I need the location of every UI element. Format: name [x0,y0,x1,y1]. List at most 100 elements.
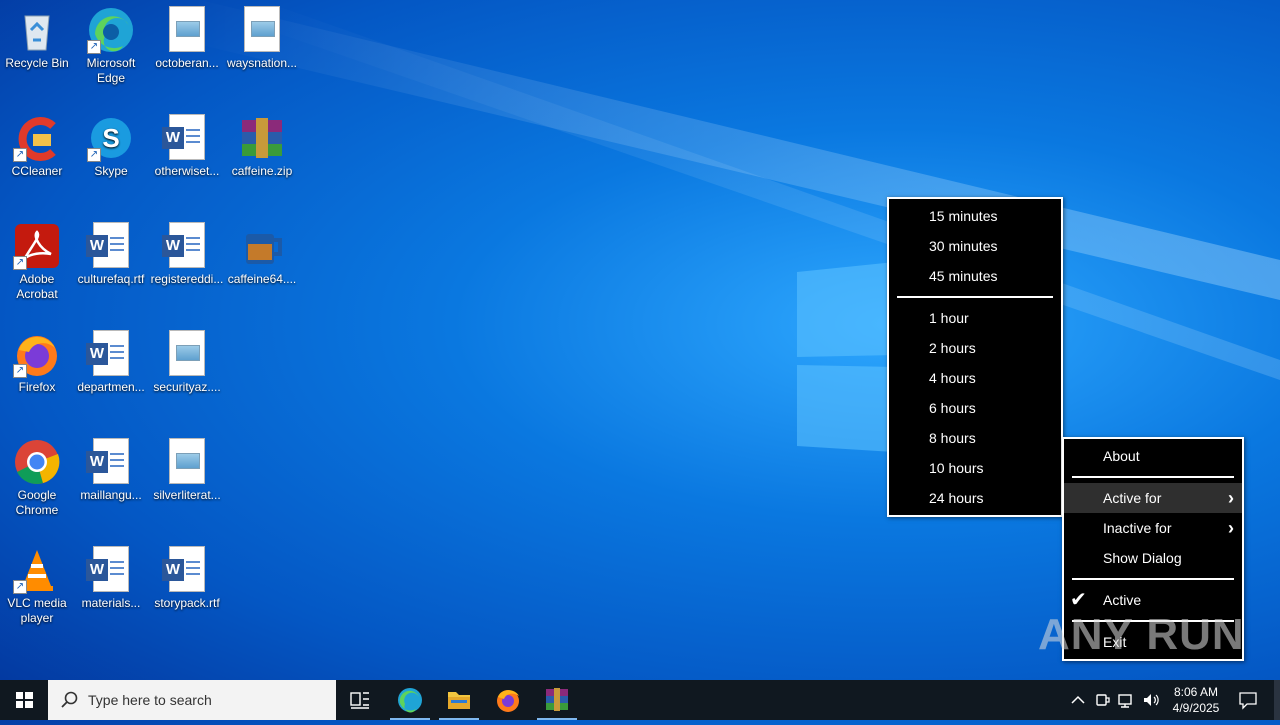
shortcut-arrow-icon: ↗ [13,580,27,594]
menu-item-24-hours[interactable]: 24 hours [889,483,1061,513]
task-view-icon [350,692,369,709]
menu-item-inactive-for[interactable]: Inactive for › [1064,513,1242,543]
edge-icon [398,688,422,713]
edge-icon: ↗ [87,6,135,54]
icon-label: caffeine64.... [227,272,297,286]
folder-icon [448,692,470,709]
desktop-icon-ccleaner[interactable]: ↗ CCleaner [0,108,75,179]
shortcut-arrow-icon: ↗ [87,40,101,54]
icon-label: materials... [81,596,141,610]
desktop-icon-file[interactable]: securityaz.... [149,324,225,395]
icon-label: Adobe Acrobat [16,272,58,301]
taskbar-edge[interactable] [386,680,434,720]
caffeine-context-menu: About Active for › Inactive for › Show Dia… [1062,437,1244,661]
menu-item-10-hours[interactable]: 10 hours [889,453,1061,483]
desktop-icon-file[interactable]: W otherwiset... [149,108,225,179]
chevron-up-icon [1071,695,1085,704]
desktop-icon-firefox[interactable]: ↗ Firefox [0,324,75,395]
word-document-icon: W [162,222,211,270]
menu-item-label: 24 hours [929,490,984,506]
desktop-icon-file[interactable]: W materials... [73,540,149,611]
menu-item-8-hours[interactable]: 8 hours [889,423,1061,453]
menu-item-active-for[interactable]: Active for › [1064,483,1242,513]
word-document-icon: W [86,330,135,378]
menu-item-label: Active for [1103,490,1162,506]
skype-icon: S ↗ [87,114,135,162]
icon-label: maillangu... [80,488,142,502]
menu-item-label: 8 hours [929,430,976,446]
icon-label: VLC media player [7,596,67,625]
clock-time: 8:06 AM [1173,685,1219,699]
chevron-right-icon: › [1228,488,1234,508]
tray-caffeine[interactable] [1094,690,1112,713]
winrar-archive-icon [238,114,286,162]
icon-label: otherwiset... [154,164,220,178]
tray-network[interactable] [1117,690,1135,713]
show-hidden-icons-chevron[interactable] [1070,690,1086,713]
desktop-icon-recycle-bin[interactable]: Recycle Bin [0,0,75,71]
menu-item-15-minutes[interactable]: 15 minutes [889,201,1061,231]
desktop-icon-file[interactable]: W culturefaq.rtf [73,216,149,287]
desktop-icon-file[interactable]: octoberan... [149,0,225,71]
menu-item-30-minutes[interactable]: 30 minutes [889,231,1061,261]
word-document-icon: W [86,438,135,486]
tray-volume[interactable] [1141,690,1161,713]
taskbar-file-explorer[interactable] [435,680,483,720]
icon-label: Google Chrome [15,488,59,517]
desktop-icon-google-chrome[interactable]: Google Chrome [0,432,75,518]
caffeine-tray-icon [1096,694,1110,706]
desktop-icon-file[interactable]: caffeine64.... [224,216,300,287]
task-view-button[interactable] [336,680,384,720]
acrobat-icon: ↗ [13,222,61,270]
ccleaner-icon: ↗ [13,114,61,162]
icon-label: registereddi... [150,272,224,286]
notification-icon [1239,692,1257,710]
menu-item-exit[interactable]: Exit [1064,627,1242,657]
desktop-icon-file[interactable]: W registereddi... [149,216,225,287]
menu-item-label: 45 minutes [929,268,998,284]
desktop-icon-skype[interactable]: S ↗ Skype [73,108,149,179]
action-center-button[interactable] [1238,690,1258,713]
taskbar-search-box[interactable]: Type here to search [48,680,336,720]
desktop-icon-file[interactable]: caffeine.zip [224,108,300,179]
word-document-icon: W [86,546,135,594]
icon-label: waysnation... [226,56,298,70]
shortcut-arrow-icon: ↗ [13,256,27,270]
menu-item-label: 10 hours [929,460,984,476]
desktop-icon-vlc[interactable]: ↗ VLC media player [0,540,75,626]
menu-item-1-hour[interactable]: 1 hour [889,303,1061,333]
taskbar-clock[interactable]: 8:06 AM 4/9/2025 [1166,684,1226,716]
desktop-icon-file[interactable]: W departmen... [73,324,149,395]
menu-item-about[interactable]: About [1064,441,1242,471]
taskbar-firefox[interactable] [484,680,532,720]
icon-label: CCleaner [11,164,63,178]
show-desktop-button[interactable] [1274,680,1280,720]
menu-item-45-minutes[interactable]: 45 minutes [889,261,1061,291]
menu-item-4-hours[interactable]: 4 hours [889,363,1061,393]
menu-item-label: Exit [1103,634,1127,650]
desktop-icon-adobe-acrobat[interactable]: ↗ Adobe Acrobat [0,216,75,302]
menu-item-active[interactable]: ✔ Active [1064,585,1242,615]
windows-logo-icon [16,692,33,708]
menu-item-show-dialog[interactable]: Show Dialog [1064,543,1242,573]
clock-date: 4/9/2025 [1172,701,1220,715]
vlc-cone-icon: ↗ [13,546,61,594]
desktop-icon-file[interactable]: W storypack.rtf [149,540,225,611]
network-icon [1118,694,1132,708]
menu-item-2-hours[interactable]: 2 hours [889,333,1061,363]
menu-item-label: 30 minutes [929,238,998,254]
taskbar-winrar[interactable] [533,680,581,720]
start-button[interactable] [0,680,48,720]
search-icon [61,691,78,708]
menu-item-label: 2 hours [929,340,976,356]
desktop-icon-file[interactable]: waysnation... [224,0,300,71]
desktop-icon-file[interactable]: W maillangu... [73,432,149,503]
menu-item-6-hours[interactable]: 6 hours [889,393,1061,423]
menu-item-label: 15 minutes [929,208,998,224]
taskbar: Type here to search 8:06 AM 4/9/2025 [0,680,1280,720]
word-document-icon: W [162,114,211,162]
icon-label: silverliterat... [153,488,221,502]
desktop-icon-microsoft-edge[interactable]: ↗ Microsoft Edge [73,0,149,86]
speaker-icon [1144,694,1159,706]
desktop-icon-file[interactable]: silverliterat... [149,432,225,503]
